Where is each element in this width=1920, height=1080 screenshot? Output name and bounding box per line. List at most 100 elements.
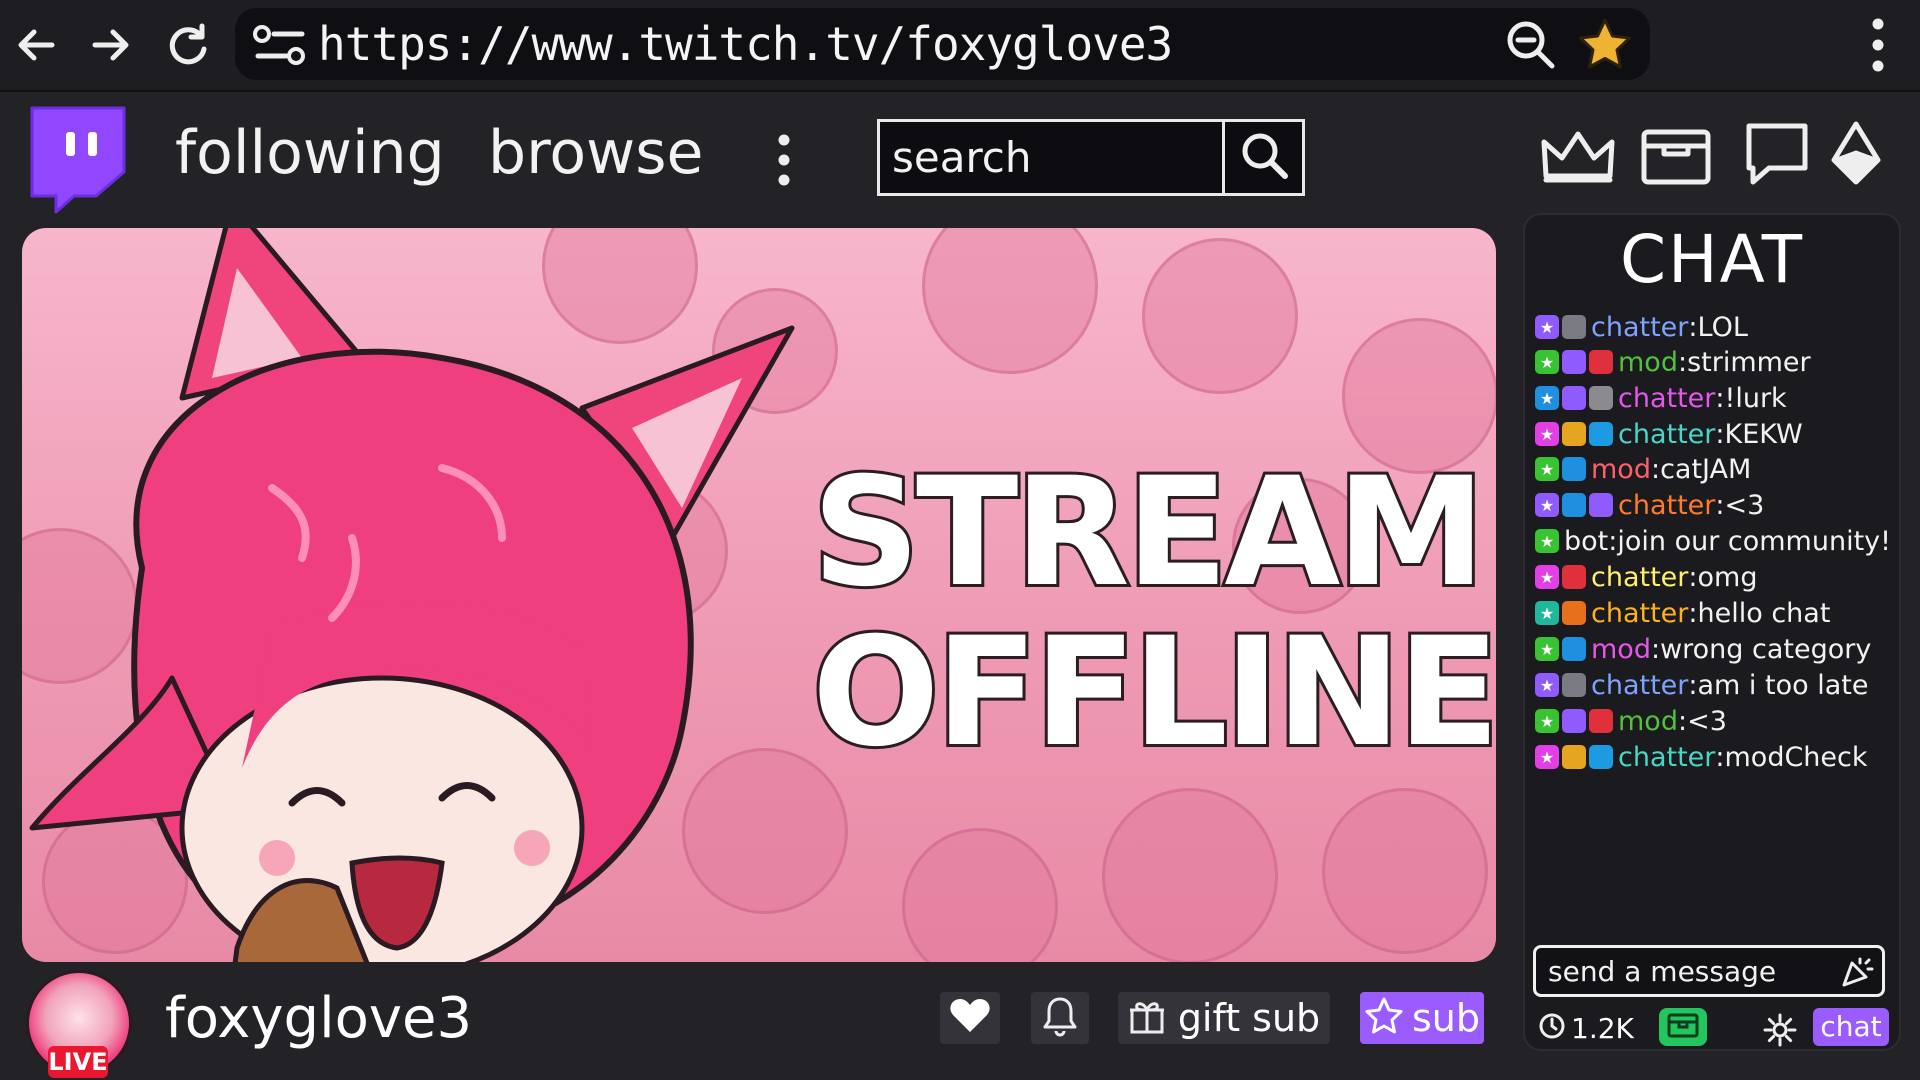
chat-username[interactable]: mod bbox=[1591, 634, 1651, 665]
chat-username[interactable]: chatter bbox=[1591, 312, 1688, 343]
chat-badge-icon[interactable]: ★ bbox=[1535, 457, 1559, 481]
sub-button[interactable]: sub bbox=[1360, 992, 1484, 1044]
search-bar bbox=[877, 119, 1305, 196]
message-box bbox=[1533, 945, 1885, 997]
chat-badge-icon[interactable]: ★ bbox=[1535, 565, 1559, 589]
crown-icon[interactable] bbox=[1540, 128, 1616, 190]
search-input[interactable] bbox=[880, 122, 1222, 193]
chat-message: ★ mod: <3 bbox=[1535, 701, 1727, 741]
clock-icon bbox=[1537, 1011, 1567, 1045]
chat-separator: : bbox=[1688, 311, 1698, 343]
reload-icon[interactable] bbox=[160, 17, 216, 73]
chat-badge-icon[interactable]: ★ bbox=[1535, 601, 1559, 625]
chat-badge-icon[interactable]: ★ bbox=[1535, 315, 1559, 339]
video-player[interactable]: STREAM OFFLINE bbox=[22, 228, 1496, 962]
chat-separator: : bbox=[1688, 597, 1698, 629]
chat-badge-icon[interactable]: ★ bbox=[1535, 529, 1559, 553]
chat-title: CHAT bbox=[1619, 221, 1805, 298]
chat-username[interactable]: mod bbox=[1591, 454, 1651, 485]
forward-arrow-icon[interactable] bbox=[83, 17, 139, 73]
chat-separator: : bbox=[1715, 418, 1725, 450]
chat-username[interactable]: mod bbox=[1618, 347, 1678, 378]
chat-badge-icon[interactable] bbox=[1562, 350, 1586, 374]
chat-badge-icon[interactable]: ★ bbox=[1535, 709, 1559, 733]
follow-button[interactable] bbox=[940, 992, 1000, 1044]
chat-username[interactable]: chatter bbox=[1618, 742, 1715, 773]
viewer-count-value: 1.2K bbox=[1571, 1011, 1634, 1045]
nav-browse-link[interactable]: browse bbox=[488, 118, 703, 188]
chat-badge-icon[interactable] bbox=[1589, 493, 1613, 517]
send-message-input[interactable] bbox=[1536, 948, 1860, 994]
twitch-logo-icon[interactable] bbox=[18, 104, 130, 218]
chat-badge-icon[interactable] bbox=[1589, 709, 1613, 733]
chat-badge-icon[interactable] bbox=[1562, 709, 1586, 733]
chat-badge-icon[interactable] bbox=[1562, 637, 1586, 661]
chat-badge-icon[interactable] bbox=[1562, 386, 1586, 410]
chat-username[interactable]: chatter bbox=[1591, 598, 1688, 629]
notifications-button[interactable] bbox=[1031, 992, 1089, 1044]
chat-message-text: !lurk bbox=[1724, 382, 1787, 414]
chat-message-text: catJAM bbox=[1660, 453, 1752, 485]
bits-gem-icon[interactable] bbox=[1830, 120, 1882, 192]
channel-points-button[interactable] bbox=[1659, 1008, 1707, 1046]
inbox-icon[interactable] bbox=[1638, 124, 1714, 192]
chat-badge-icon[interactable] bbox=[1562, 315, 1586, 339]
zoom-out-icon[interactable] bbox=[1504, 18, 1558, 76]
channel-name[interactable]: foxyglove3 bbox=[165, 984, 472, 1054]
emote-party-icon[interactable] bbox=[1840, 955, 1874, 993]
search-icon bbox=[1240, 131, 1290, 185]
chat-badge-icon[interactable] bbox=[1589, 745, 1613, 769]
chat-badge-icon[interactable] bbox=[1562, 565, 1586, 589]
chat-separator: : bbox=[1688, 561, 1698, 593]
whispers-icon[interactable] bbox=[1741, 120, 1813, 196]
gift-icon bbox=[1128, 997, 1166, 1039]
fox-girl-illustration bbox=[22, 228, 802, 962]
chat-badge-icon[interactable] bbox=[1562, 493, 1586, 517]
site-settings-icon[interactable] bbox=[252, 22, 308, 72]
chat-username[interactable]: chatter bbox=[1591, 670, 1688, 701]
chat-message-text: LOL bbox=[1697, 311, 1748, 343]
chat-username[interactable]: chatter bbox=[1618, 419, 1715, 450]
chat-message: ★ chatter: omg bbox=[1535, 557, 1757, 597]
chat-username[interactable]: chatter bbox=[1618, 383, 1715, 414]
chat-badge-icon[interactable] bbox=[1562, 673, 1586, 697]
more-options-icon[interactable] bbox=[772, 132, 796, 192]
chat-settings-gear-icon[interactable] bbox=[1763, 1013, 1797, 1051]
chat-badge-icon[interactable]: ★ bbox=[1535, 745, 1559, 769]
chat-send-button[interactable]: chat bbox=[1813, 1008, 1889, 1046]
chat-message-text: am i too late bbox=[1697, 669, 1869, 701]
chat-badge-icon[interactable] bbox=[1562, 745, 1586, 769]
chat-username[interactable]: bot bbox=[1564, 526, 1608, 557]
chat-username[interactable]: chatter bbox=[1591, 562, 1688, 593]
chat-badge-icon[interactable]: ★ bbox=[1535, 386, 1559, 410]
chat-badge-icon[interactable]: ★ bbox=[1535, 422, 1559, 446]
chat-badge-icon[interactable] bbox=[1562, 422, 1586, 446]
chat-badge-icon[interactable]: ★ bbox=[1535, 350, 1559, 374]
chat-message: ★ chatter: am i too late bbox=[1535, 665, 1868, 705]
chat-badge-icon[interactable]: ★ bbox=[1535, 493, 1559, 517]
chat-separator: : bbox=[1715, 382, 1725, 414]
browser-menu-icon[interactable] bbox=[1866, 16, 1890, 78]
chat-badge-icon[interactable] bbox=[1562, 601, 1586, 625]
chat-badge-icon[interactable] bbox=[1562, 457, 1586, 481]
chat-message: ★ chatter: KEKW bbox=[1535, 414, 1803, 454]
chat-message-text: strimmer bbox=[1687, 346, 1811, 378]
chat-badge-icon[interactable] bbox=[1589, 422, 1613, 446]
chat-separator: : bbox=[1650, 453, 1661, 485]
chat-badge-icon[interactable]: ★ bbox=[1535, 637, 1559, 661]
chat-message: ★ mod: catJAM bbox=[1535, 449, 1751, 489]
gift-sub-button[interactable]: gift sub bbox=[1118, 992, 1330, 1044]
chat-badge-icon[interactable]: ★ bbox=[1535, 673, 1559, 697]
nav-following-link[interactable]: following bbox=[175, 118, 445, 188]
url-text[interactable]: https://www.twitch.tv/foxyglove3 bbox=[318, 14, 1173, 74]
bookmark-star-icon[interactable] bbox=[1576, 16, 1634, 78]
chat-separator: : bbox=[1677, 346, 1688, 378]
chat-message-text: KEKW bbox=[1724, 418, 1803, 450]
back-arrow-icon[interactable] bbox=[8, 17, 64, 73]
chat-username[interactable]: chatter bbox=[1618, 490, 1715, 521]
chat-username[interactable]: mod bbox=[1618, 706, 1678, 737]
search-button[interactable] bbox=[1222, 122, 1305, 193]
chat-badge-icon[interactable] bbox=[1589, 350, 1613, 374]
chat-badge-icon[interactable] bbox=[1589, 386, 1613, 410]
chat-message: ★ chatter: <3 bbox=[1535, 485, 1764, 525]
